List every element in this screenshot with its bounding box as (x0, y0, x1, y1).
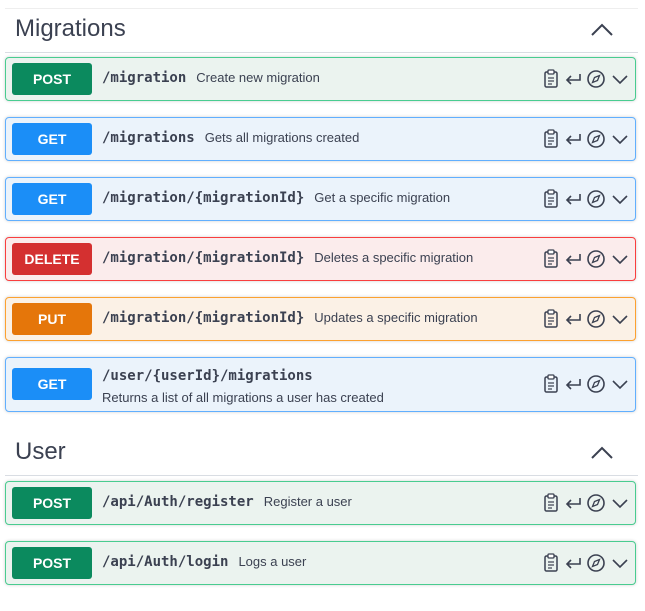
operation-actions (543, 493, 629, 513)
operation-path: /migration/{migrationId} (102, 250, 305, 266)
method-badge: DELETE (12, 243, 92, 275)
operation-description: Updates a specific migration (314, 310, 478, 325)
operation-summary: /migrations Gets all migrations created (102, 130, 359, 146)
operation-actions (543, 309, 629, 329)
operation-summary: /migration/{migrationId} Deletes a specif… (102, 250, 473, 266)
operation-path: /migrations (102, 130, 195, 146)
chevron-down-icon[interactable] (611, 129, 629, 149)
operation-path: /api/Auth/login (102, 554, 229, 570)
compass-icon[interactable] (586, 249, 606, 269)
method-badge: POST (12, 487, 92, 519)
clipboard-icon[interactable] (543, 69, 559, 89)
method-badge: POST (12, 547, 92, 579)
return-arrow-icon[interactable] (564, 69, 582, 89)
compass-icon[interactable] (586, 553, 606, 573)
operation-description: Gets all migrations created (204, 130, 360, 145)
operation-get-migration-by-id[interactable]: GET /migration/{migrationId} Get a specif… (5, 177, 636, 221)
operation-summary: /migration Create new migration (102, 70, 320, 86)
method-badge: POST (12, 63, 92, 95)
operation-summary: /migration/{migrationId} Updates a specif… (102, 310, 478, 326)
operation-summary: /api/Auth/login Logs a user (102, 554, 306, 570)
operation-description: Logs a user (238, 554, 307, 569)
return-arrow-icon[interactable] (564, 249, 582, 269)
operation-actions (543, 249, 629, 269)
operation-actions (543, 189, 629, 209)
chevron-down-icon[interactable] (611, 374, 629, 394)
return-arrow-icon[interactable] (564, 553, 582, 573)
method-badge: GET (12, 123, 92, 155)
return-arrow-icon[interactable] (564, 493, 582, 513)
operation-description: Register a user (263, 494, 352, 509)
method-badge: GET (12, 183, 92, 215)
compass-icon[interactable] (586, 374, 606, 394)
operation-delete-migration[interactable]: DELETE /migration/{migrationId} Deletes a… (5, 237, 636, 281)
chevron-down-icon[interactable] (611, 553, 629, 573)
operation-description: Create new migration (196, 70, 320, 85)
operation-get-user-migrations[interactable]: GET /user/{userId}/migrations Returns a … (5, 357, 636, 412)
operation-description: Deletes a specific migration (314, 250, 474, 265)
compass-icon[interactable] (586, 69, 606, 89)
section-header-user[interactable]: User (5, 432, 638, 476)
return-arrow-icon[interactable] (564, 189, 582, 209)
chevron-down-icon[interactable] (611, 189, 629, 209)
return-arrow-icon[interactable] (564, 374, 582, 394)
compass-icon[interactable] (586, 189, 606, 209)
operation-description: Get a specific migration (314, 190, 451, 205)
chevron-up-icon[interactable] (590, 446, 614, 460)
operation-description: Returns a list of all migrations a user … (102, 390, 384, 405)
operation-post-register[interactable]: POST /api/Auth/register Register a user (5, 481, 636, 525)
operation-actions (543, 69, 629, 89)
operation-path: /migration/{migrationId} (102, 310, 305, 326)
return-arrow-icon[interactable] (564, 309, 582, 329)
operation-summary: /user/{userId}/migrations (102, 368, 313, 384)
chevron-down-icon[interactable] (611, 309, 629, 329)
compass-icon[interactable] (586, 129, 606, 149)
clipboard-icon[interactable] (543, 493, 559, 513)
chevron-down-icon[interactable] (611, 69, 629, 89)
compass-icon[interactable] (586, 493, 606, 513)
operation-path: /migration/{migrationId} (102, 190, 305, 206)
chevron-up-icon[interactable] (590, 23, 614, 37)
operation-put-migration[interactable]: PUT /migration/{migrationId} Updates a sp… (5, 297, 636, 341)
operation-path: /migration (102, 70, 187, 86)
clipboard-icon[interactable] (543, 309, 559, 329)
return-arrow-icon[interactable] (564, 129, 582, 149)
operation-post-migration[interactable]: POST /migration Create new migration (5, 57, 636, 101)
clipboard-icon[interactable] (543, 189, 559, 209)
chevron-down-icon[interactable] (611, 249, 629, 269)
operation-actions (543, 374, 629, 394)
compass-icon[interactable] (586, 309, 606, 329)
operation-actions (543, 553, 629, 573)
section-header-migrations[interactable]: Migrations (5, 8, 638, 53)
operation-path: /user/{userId}/migrations (102, 368, 313, 384)
section-title: User (15, 438, 66, 465)
operation-path: /api/Auth/register (102, 494, 254, 510)
section-title: Migrations (15, 15, 126, 42)
operation-post-login[interactable]: POST /api/Auth/login Logs a user (5, 541, 636, 585)
operation-summary: /migration/{migrationId} Get a specific m… (102, 190, 450, 206)
clipboard-icon[interactable] (543, 249, 559, 269)
operation-summary: /api/Auth/register Register a user (102, 494, 352, 510)
operation-get-migrations[interactable]: GET /migrations Gets all migrations creat… (5, 117, 636, 161)
method-badge: GET (12, 368, 92, 400)
clipboard-icon[interactable] (543, 374, 559, 394)
clipboard-icon[interactable] (543, 129, 559, 149)
operation-actions (543, 129, 629, 149)
chevron-down-icon[interactable] (611, 493, 629, 513)
method-badge: PUT (12, 303, 92, 335)
clipboard-icon[interactable] (543, 553, 559, 573)
